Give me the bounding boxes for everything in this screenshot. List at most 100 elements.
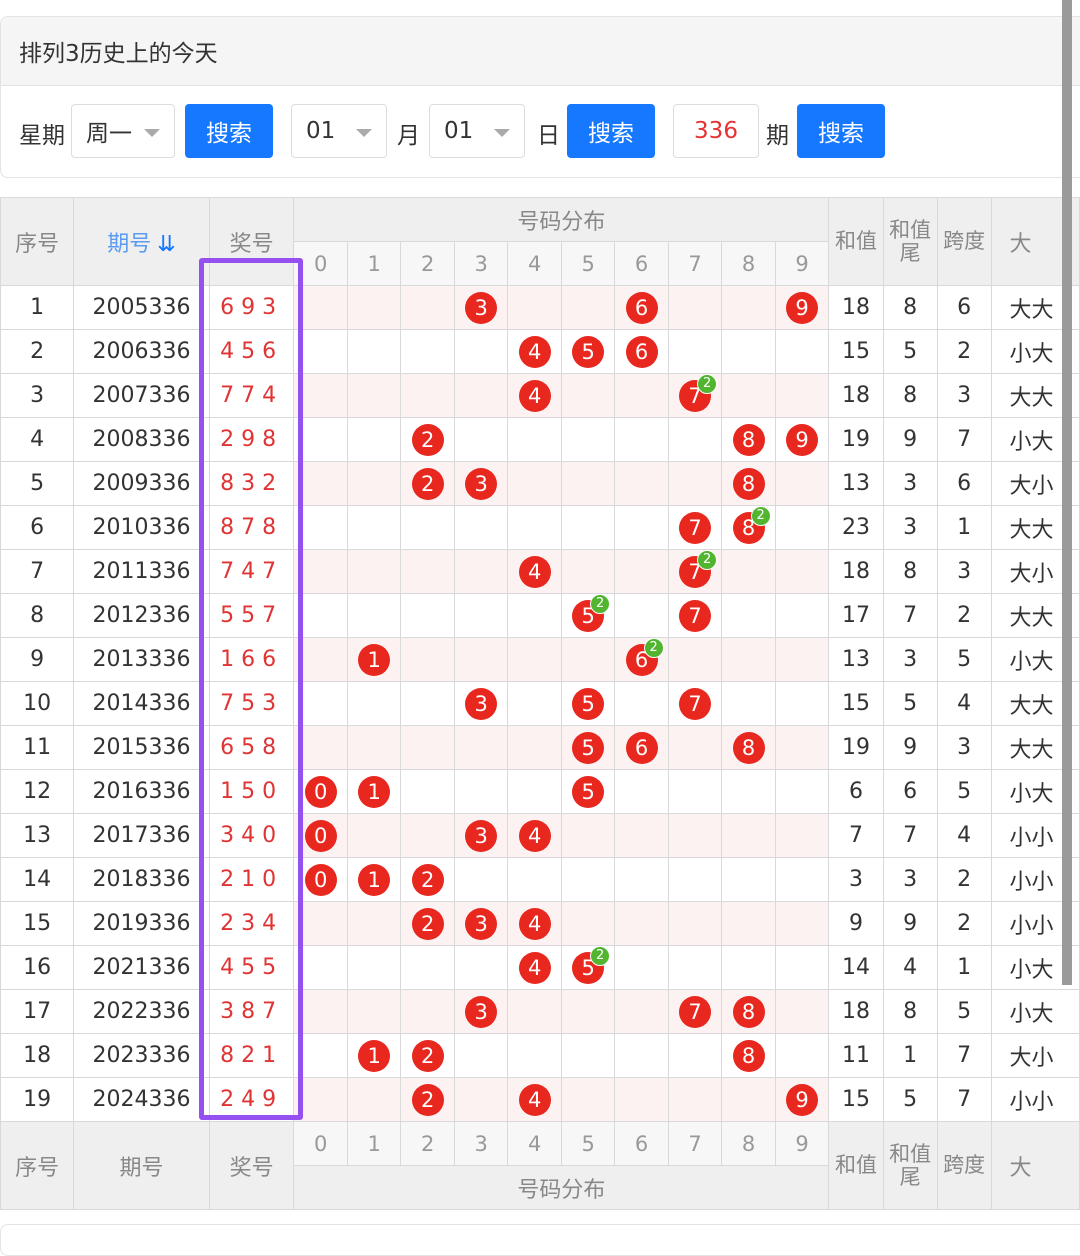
sum-tail-cell: 4 bbox=[882, 945, 938, 990]
distribution-cell bbox=[453, 1033, 509, 1078]
issue-cell: 2010336 bbox=[73, 505, 210, 550]
distribution-cell: 6 bbox=[614, 285, 669, 330]
weekday-select[interactable]: 周一 bbox=[71, 104, 175, 158]
distribution-cell bbox=[400, 373, 455, 418]
issue-cell: 2017336 bbox=[73, 813, 210, 858]
distribution-cell: 3 bbox=[453, 813, 509, 858]
distribution-cell: 8 bbox=[721, 725, 776, 770]
table-row: 1 2005336 693 3 6 9 18 8 6 大大 bbox=[0, 285, 1080, 330]
date-search-button[interactable]: 搜索 bbox=[567, 104, 655, 158]
span-cell: 1 bbox=[936, 505, 992, 550]
distribution-cell: 72 bbox=[667, 549, 723, 594]
month-label: 月 bbox=[397, 123, 420, 149]
digit-footer: 1 bbox=[346, 1121, 402, 1166]
distribution-cell bbox=[346, 417, 402, 462]
digit-header: 5 bbox=[560, 241, 616, 286]
issue-search-button[interactable]: 搜索 bbox=[797, 104, 885, 158]
number-ball: 1 bbox=[358, 775, 391, 808]
seq-cell: 14 bbox=[0, 857, 75, 902]
distribution-cell bbox=[293, 681, 348, 726]
digit-header: 2 bbox=[400, 241, 455, 286]
distribution-cell bbox=[721, 813, 776, 858]
issue-input[interactable]: 336 bbox=[673, 104, 759, 158]
distribution-cell bbox=[560, 417, 616, 462]
weekday-search-button[interactable]: 搜索 bbox=[185, 104, 273, 158]
distribution-cell bbox=[293, 901, 348, 946]
number-ball: 2 bbox=[411, 863, 444, 896]
sum-cell: 18 bbox=[828, 373, 884, 418]
distribution-cell bbox=[667, 637, 723, 682]
seq-cell: 7 bbox=[0, 549, 75, 594]
sum-cell: 9 bbox=[828, 901, 884, 946]
distribution-cell: 9 bbox=[774, 1077, 830, 1122]
distribution-cell bbox=[774, 373, 830, 418]
distribution-cell bbox=[667, 1033, 723, 1078]
distribution-cell bbox=[560, 373, 616, 418]
span-cell: 2 bbox=[936, 329, 992, 374]
number-ball: 2 bbox=[411, 907, 444, 940]
month-select[interactable]: 01 bbox=[291, 104, 387, 158]
issue-cell: 2018336 bbox=[73, 857, 210, 902]
distribution-cell: 1 bbox=[346, 857, 402, 902]
distribution-cell bbox=[293, 1077, 348, 1122]
sum-cell: 15 bbox=[828, 1077, 884, 1122]
award-cell: 298 bbox=[208, 417, 295, 462]
distribution-cell bbox=[346, 901, 402, 946]
distribution-cell bbox=[560, 813, 616, 858]
issue-label: 期 bbox=[766, 123, 789, 149]
scrollbar[interactable] bbox=[1062, 0, 1072, 985]
distribution-cell: 6 bbox=[614, 725, 669, 770]
sum-cell: 13 bbox=[828, 637, 884, 682]
issue-cell: 2009336 bbox=[73, 461, 210, 506]
number-ball: 5 bbox=[572, 775, 605, 808]
number-ball: 8 bbox=[732, 731, 765, 764]
repeat-count-badge: 2 bbox=[697, 549, 718, 570]
distribution-cell bbox=[400, 329, 455, 374]
distribution-cell: 4 bbox=[507, 373, 562, 418]
distribution-cell bbox=[346, 505, 402, 550]
number-ball: 3 bbox=[465, 819, 498, 852]
number-ball: 3 bbox=[465, 995, 498, 1028]
distribution-cell: 8 bbox=[721, 461, 776, 506]
distribution-cell bbox=[774, 901, 830, 946]
sort-icon[interactable]: ⇊ bbox=[157, 232, 175, 257]
distribution-cell bbox=[400, 549, 455, 594]
distribution-cell bbox=[453, 549, 509, 594]
distribution-cell bbox=[346, 549, 402, 594]
distribution-cell bbox=[667, 857, 723, 902]
footer-sum: 和值 bbox=[828, 1121, 884, 1210]
seq-cell: 16 bbox=[0, 945, 75, 990]
award-cell: 821 bbox=[208, 1033, 295, 1078]
distribution-cell bbox=[721, 549, 776, 594]
distribution-cell bbox=[453, 769, 509, 814]
sum-tail-cell: 3 bbox=[882, 637, 938, 682]
distribution-cell bbox=[346, 681, 402, 726]
distribution-cell bbox=[453, 1077, 509, 1122]
seq-cell: 11 bbox=[0, 725, 75, 770]
distribution-cell bbox=[507, 857, 562, 902]
col-header-issue[interactable]: 期号 ⇊ bbox=[73, 197, 210, 286]
footer-issue: 期号 bbox=[73, 1121, 210, 1210]
number-ball: 8 bbox=[732, 467, 765, 500]
distribution-cell: 5 bbox=[560, 681, 616, 726]
distribution-cell bbox=[453, 637, 509, 682]
sum-cell: 15 bbox=[828, 329, 884, 374]
number-ball: 7 bbox=[679, 599, 712, 632]
distribution-cell bbox=[293, 989, 348, 1034]
distribution-cell bbox=[400, 725, 455, 770]
sum-tail-cell: 8 bbox=[882, 285, 938, 330]
chevron-down-icon bbox=[144, 129, 160, 137]
day-select[interactable]: 01 bbox=[429, 104, 525, 158]
number-ball: 4 bbox=[518, 555, 551, 588]
distribution-cell: 7 bbox=[667, 593, 723, 638]
distribution-cell: 5 bbox=[560, 769, 616, 814]
table-row: 15 2019336 234 2 3 4 9 9 2 小小 bbox=[0, 901, 1080, 946]
digit-footer: 2 bbox=[400, 1121, 455, 1166]
distribution-cell bbox=[507, 461, 562, 506]
number-ball: 4 bbox=[518, 335, 551, 368]
seq-cell: 13 bbox=[0, 813, 75, 858]
table-row: 10 2014336 753 3 5 7 15 5 4 大大 bbox=[0, 681, 1080, 726]
distribution-cell bbox=[293, 329, 348, 374]
distribution-cell bbox=[400, 637, 455, 682]
distribution-cell bbox=[346, 373, 402, 418]
